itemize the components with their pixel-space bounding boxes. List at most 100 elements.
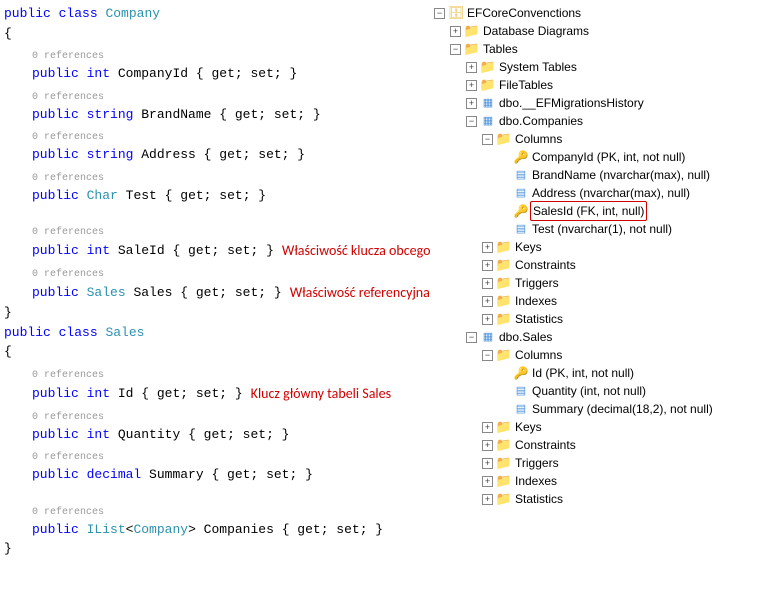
type-keyword: int — [87, 243, 110, 258]
tree-node-column[interactable]: ▤Test (nvarchar(1), not null) — [434, 220, 758, 238]
tree-node-folder[interactable]: +📁Statistics — [434, 310, 758, 328]
collapse-icon[interactable]: − — [482, 350, 493, 361]
object-explorer[interactable]: −🗄EFCoreConvenctions +📁Database Diagrams… — [430, 0, 762, 598]
node-label: Test (nvarchar(1), not null) — [532, 220, 672, 238]
expand-icon[interactable]: + — [482, 440, 493, 451]
tree-node-folder[interactable]: +📁Indexes — [434, 472, 758, 490]
tree-node-column-pk[interactable]: 🔑CompanyId (PK, int, not null) — [434, 148, 758, 166]
expand-icon[interactable]: + — [482, 314, 493, 325]
property-line: public int Id { get; set; }Klucz główny … — [32, 383, 430, 404]
class-declaration: public class Company — [4, 4, 430, 24]
expand-icon[interactable]: + — [482, 296, 493, 307]
codelens-references[interactable]: 0 references — [32, 450, 430, 465]
tree-node-folder[interactable]: +📁Triggers — [434, 274, 758, 292]
tree-node-tables[interactable]: −📁Tables — [434, 40, 758, 58]
tree-node-columns[interactable]: −📁Columns — [434, 346, 758, 364]
codelens-references[interactable]: 0 references — [32, 225, 430, 240]
tree-node-database[interactable]: −🗄EFCoreConvenctions — [434, 4, 758, 22]
keyword-public: public — [4, 325, 51, 340]
collapse-icon[interactable]: − — [466, 116, 477, 127]
node-label: Constraints — [515, 436, 576, 454]
expand-icon[interactable]: + — [482, 494, 493, 505]
tree-node-table-sales[interactable]: −▦dbo.Sales — [434, 328, 758, 346]
tree-node-column[interactable]: ▤Quantity (int, not null) — [434, 382, 758, 400]
codelens-references[interactable]: 0 references — [32, 90, 430, 105]
node-label: Address (nvarchar(max), null) — [532, 184, 690, 202]
property-line: public Char Test { get; set; } — [32, 186, 430, 206]
expand-icon[interactable]: + — [482, 476, 493, 487]
property-line: public int Quantity { get; set; } — [32, 425, 430, 445]
node-label: Columns — [515, 130, 562, 148]
folder-icon: 📁 — [480, 77, 496, 93]
tree-node-folder[interactable]: +📁System Tables — [434, 58, 758, 76]
codelens-references[interactable]: 0 references — [32, 130, 430, 145]
tree-node-column[interactable]: ▤BrandName (nvarchar(max), null) — [434, 166, 758, 184]
property-name: Quantity — [118, 427, 180, 442]
codelens-references[interactable]: 0 references — [32, 410, 430, 425]
node-label: Triggers — [515, 274, 559, 292]
codelens-references[interactable]: 0 references — [32, 368, 430, 383]
expand-icon[interactable]: + — [482, 242, 493, 253]
column-icon: ▤ — [513, 401, 529, 417]
tree-node-column-pk[interactable]: 🔑Id (PK, int, not null) — [434, 364, 758, 382]
codelens-references[interactable]: 0 references — [32, 267, 430, 282]
expand-icon[interactable]: + — [482, 278, 493, 289]
tree-node-column[interactable]: ▤Summary (decimal(18,2), not null) — [434, 400, 758, 418]
collapse-icon[interactable]: − — [450, 44, 461, 55]
tree-node-table[interactable]: +▦dbo.__EFMigrationsHistory — [434, 94, 758, 112]
tree-node-folder[interactable]: +📁Triggers — [434, 454, 758, 472]
tree-node-folder[interactable]: +📁FileTables — [434, 76, 758, 94]
codelens-references[interactable]: 0 references — [32, 49, 430, 64]
brace-open: { — [4, 24, 430, 44]
property-body: { get; set; } — [172, 285, 281, 300]
tree-node-column-fk[interactable]: 🔑SalesId (FK, int, null) — [434, 202, 758, 220]
folder-icon: 📁 — [496, 419, 512, 435]
tree-node-folder[interactable]: +📁Indexes — [434, 292, 758, 310]
generic-type: Company — [133, 522, 188, 537]
type-keyword: int — [87, 66, 110, 81]
tree-node-folder[interactable]: +📁Constraints — [434, 256, 758, 274]
expand-icon[interactable]: + — [450, 26, 461, 37]
class-declaration: public class Sales — [4, 323, 430, 343]
tree-node-folder[interactable]: +📁Keys — [434, 418, 758, 436]
expand-icon[interactable]: + — [482, 422, 493, 433]
property-body: { get; set; } — [133, 385, 242, 400]
keyword-public: public — [4, 6, 51, 21]
folder-icon: 📁 — [496, 473, 512, 489]
expand-icon[interactable]: + — [482, 260, 493, 271]
expand-icon[interactable]: + — [466, 80, 477, 91]
type-keyword: string — [87, 147, 134, 162]
property-body: { get; set; } — [204, 467, 313, 482]
property-line: public int CompanyId { get; set; } — [32, 64, 430, 84]
folder-icon: 📁 — [496, 275, 512, 291]
folder-icon: 📁 — [496, 437, 512, 453]
collapse-icon[interactable]: − — [434, 8, 445, 19]
type-keyword: int — [87, 427, 110, 442]
node-label: Triggers — [515, 454, 559, 472]
tree-node-folder[interactable]: +📁Constraints — [434, 436, 758, 454]
class-name: Sales — [105, 325, 144, 340]
tree-node-columns[interactable]: −📁Columns — [434, 130, 758, 148]
expand-icon[interactable]: + — [466, 62, 477, 73]
tree-node-folder[interactable]: +📁Database Diagrams — [434, 22, 758, 40]
tree-node-folder[interactable]: +📁Keys — [434, 238, 758, 256]
property-name: SaleId — [118, 243, 165, 258]
property-name: Test — [126, 188, 157, 203]
keyword: public — [32, 66, 79, 81]
expand-icon[interactable]: + — [482, 458, 493, 469]
codelens-references[interactable]: 0 references — [32, 171, 430, 186]
tree-node-table-companies[interactable]: −▦dbo.Companies — [434, 112, 758, 130]
type-keyword: string — [87, 107, 134, 122]
codelens-references[interactable]: 0 references — [32, 505, 430, 520]
tree-node-folder[interactable]: +📁Statistics — [434, 490, 758, 508]
node-label: Id (PK, int, not null) — [532, 364, 634, 382]
property-line: public Sales Sales { get; set; }Właściwo… — [32, 282, 430, 303]
collapse-icon[interactable]: − — [466, 332, 477, 343]
node-label: EFCoreConvenctions — [467, 4, 581, 22]
tree-node-column[interactable]: ▤Address (nvarchar(max), null) — [434, 184, 758, 202]
column-icon: ▤ — [513, 185, 529, 201]
collapse-icon[interactable]: − — [482, 134, 493, 145]
expand-icon[interactable]: + — [466, 98, 477, 109]
folder-icon: 📁 — [496, 311, 512, 327]
property-name: Id — [118, 385, 134, 400]
